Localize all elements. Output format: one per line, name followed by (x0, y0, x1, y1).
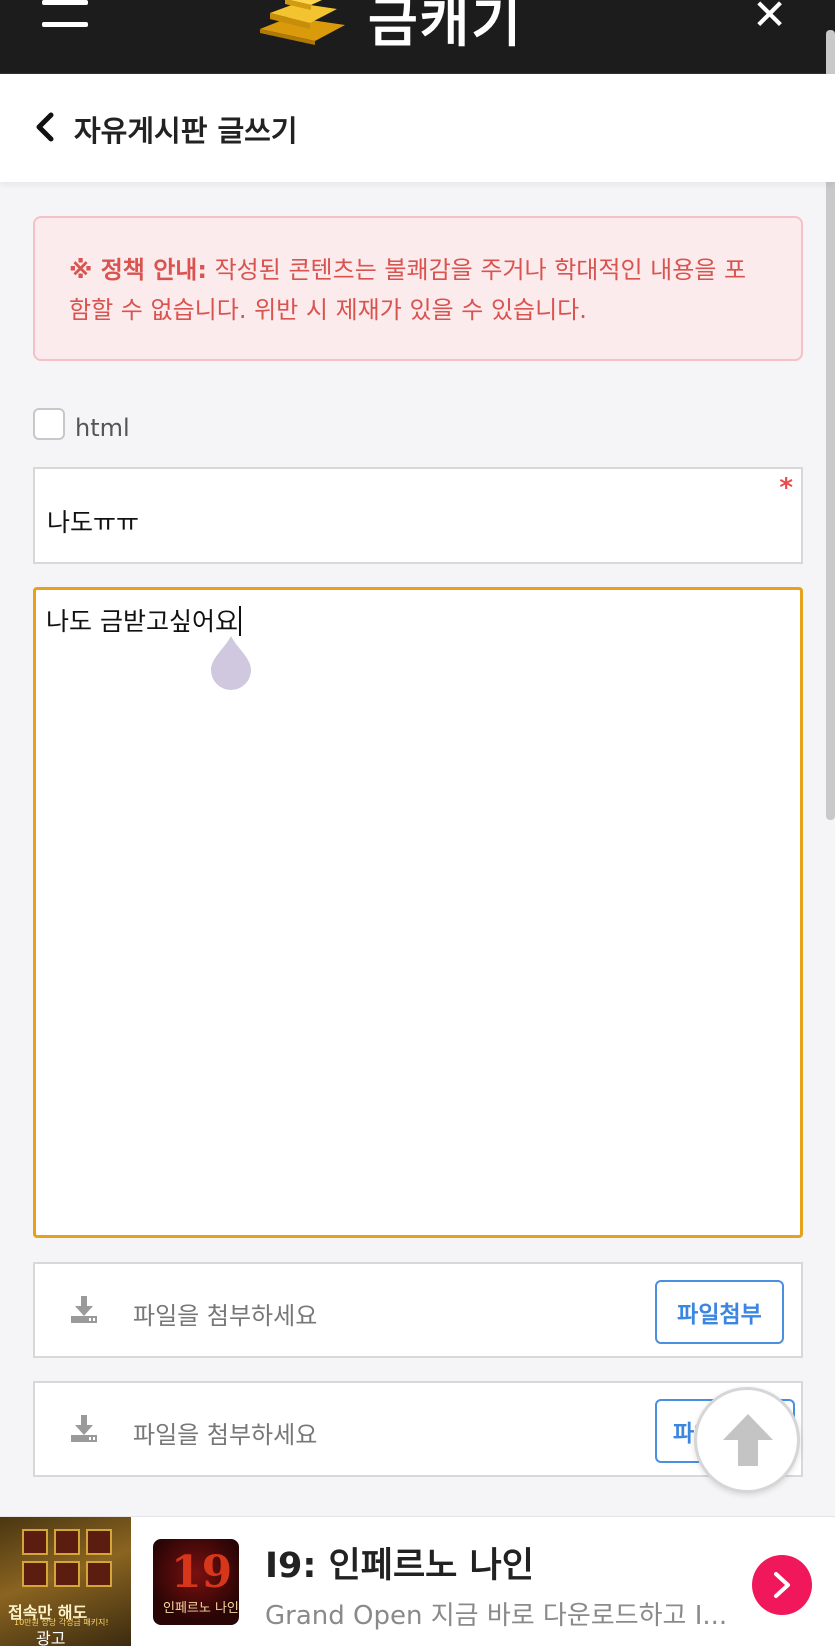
app-logo-text: 금캐기 (368, 0, 524, 54)
html-checkbox-label[interactable]: html (75, 414, 130, 442)
post-content-value: 나도 금받고싶어요 (46, 602, 241, 638)
post-title-input[interactable]: 나도ㅠㅠ * (33, 467, 803, 564)
attach-file-button[interactable]: 파일첨부 (655, 1280, 784, 1344)
policy-notice: ※ 정책 안내: 작성된 콘텐츠는 불쾌감을 주거나 학대적인 내용을 포함할 … (33, 216, 803, 361)
page-title: 자유게시판 글쓰기 (74, 114, 298, 148)
post-content-textarea[interactable]: 나도 금받고싶어요 (33, 587, 803, 1238)
policy-notice-label: ※ 정책 안내: (69, 256, 207, 284)
ad-banner[interactable]: 접속만 해도 10만원 상당 각성급 패키지! 광고 19 인페르노 나인 I9… (0, 1516, 835, 1646)
arrow-up-icon (723, 1414, 773, 1466)
post-title-value: 나도ㅠㅠ (47, 508, 140, 537)
ad-description: Grand Open 지금 바로 다운로드하고 I... (265, 1601, 728, 1631)
ad-item-tile (86, 1561, 112, 1587)
app-logo[interactable]: 금캐기 (255, 0, 523, 54)
text-selection-handle-icon[interactable] (209, 634, 253, 690)
file-attachment-row: 파일을 첨부하세요 파일첨부 (33, 1381, 803, 1477)
file-attachment-row: 파일을 첨부하세요 파일첨부 (33, 1262, 803, 1358)
ad-app-icon: 19 인페르노 나인 (153, 1539, 239, 1625)
text-cursor (238, 606, 241, 636)
ad-app-icon-number: 19 (171, 1547, 233, 1598)
html-checkbox[interactable] (33, 408, 65, 440)
ad-title: I9: 인페르노 나인 (265, 1546, 534, 1586)
ad-label: 광고 (36, 1629, 66, 1646)
scroll-to-top-button[interactable] (694, 1387, 800, 1493)
ad-item-tile (86, 1529, 112, 1555)
file-attachment-placeholder: 파일을 첨부하세요 (133, 1421, 318, 1449)
post-content-text: 나도 금받고싶어요 (46, 607, 238, 636)
hamburger-menu-icon[interactable] (42, 0, 88, 30)
page-header: 자유게시판 글쓰기 (0, 74, 835, 182)
chevron-left-icon[interactable] (34, 112, 56, 142)
gold-bars-icon (260, 0, 345, 45)
ad-item-tile (54, 1561, 80, 1587)
ad-open-button[interactable] (752, 1555, 812, 1615)
required-asterisk: * (779, 473, 793, 503)
ad-item-tile (22, 1561, 48, 1587)
ad-item-tile (22, 1529, 48, 1555)
ad-item-tile (54, 1529, 80, 1555)
ad-app-icon-text: 인페르노 나인 (163, 1601, 239, 1616)
file-attachment-placeholder: 파일을 첨부하세요 (133, 1302, 318, 1330)
close-icon[interactable]: ✕ (752, 0, 787, 36)
chevron-right-icon (774, 1572, 790, 1598)
download-icon (71, 1415, 97, 1442)
html-option: html (33, 406, 130, 442)
top-app-bar: 금캐기 ✕ (0, 0, 835, 74)
ad-left-image: 접속만 해도 10만원 상당 각성급 패키지! 광고 (0, 1517, 131, 1646)
download-icon (71, 1296, 97, 1323)
